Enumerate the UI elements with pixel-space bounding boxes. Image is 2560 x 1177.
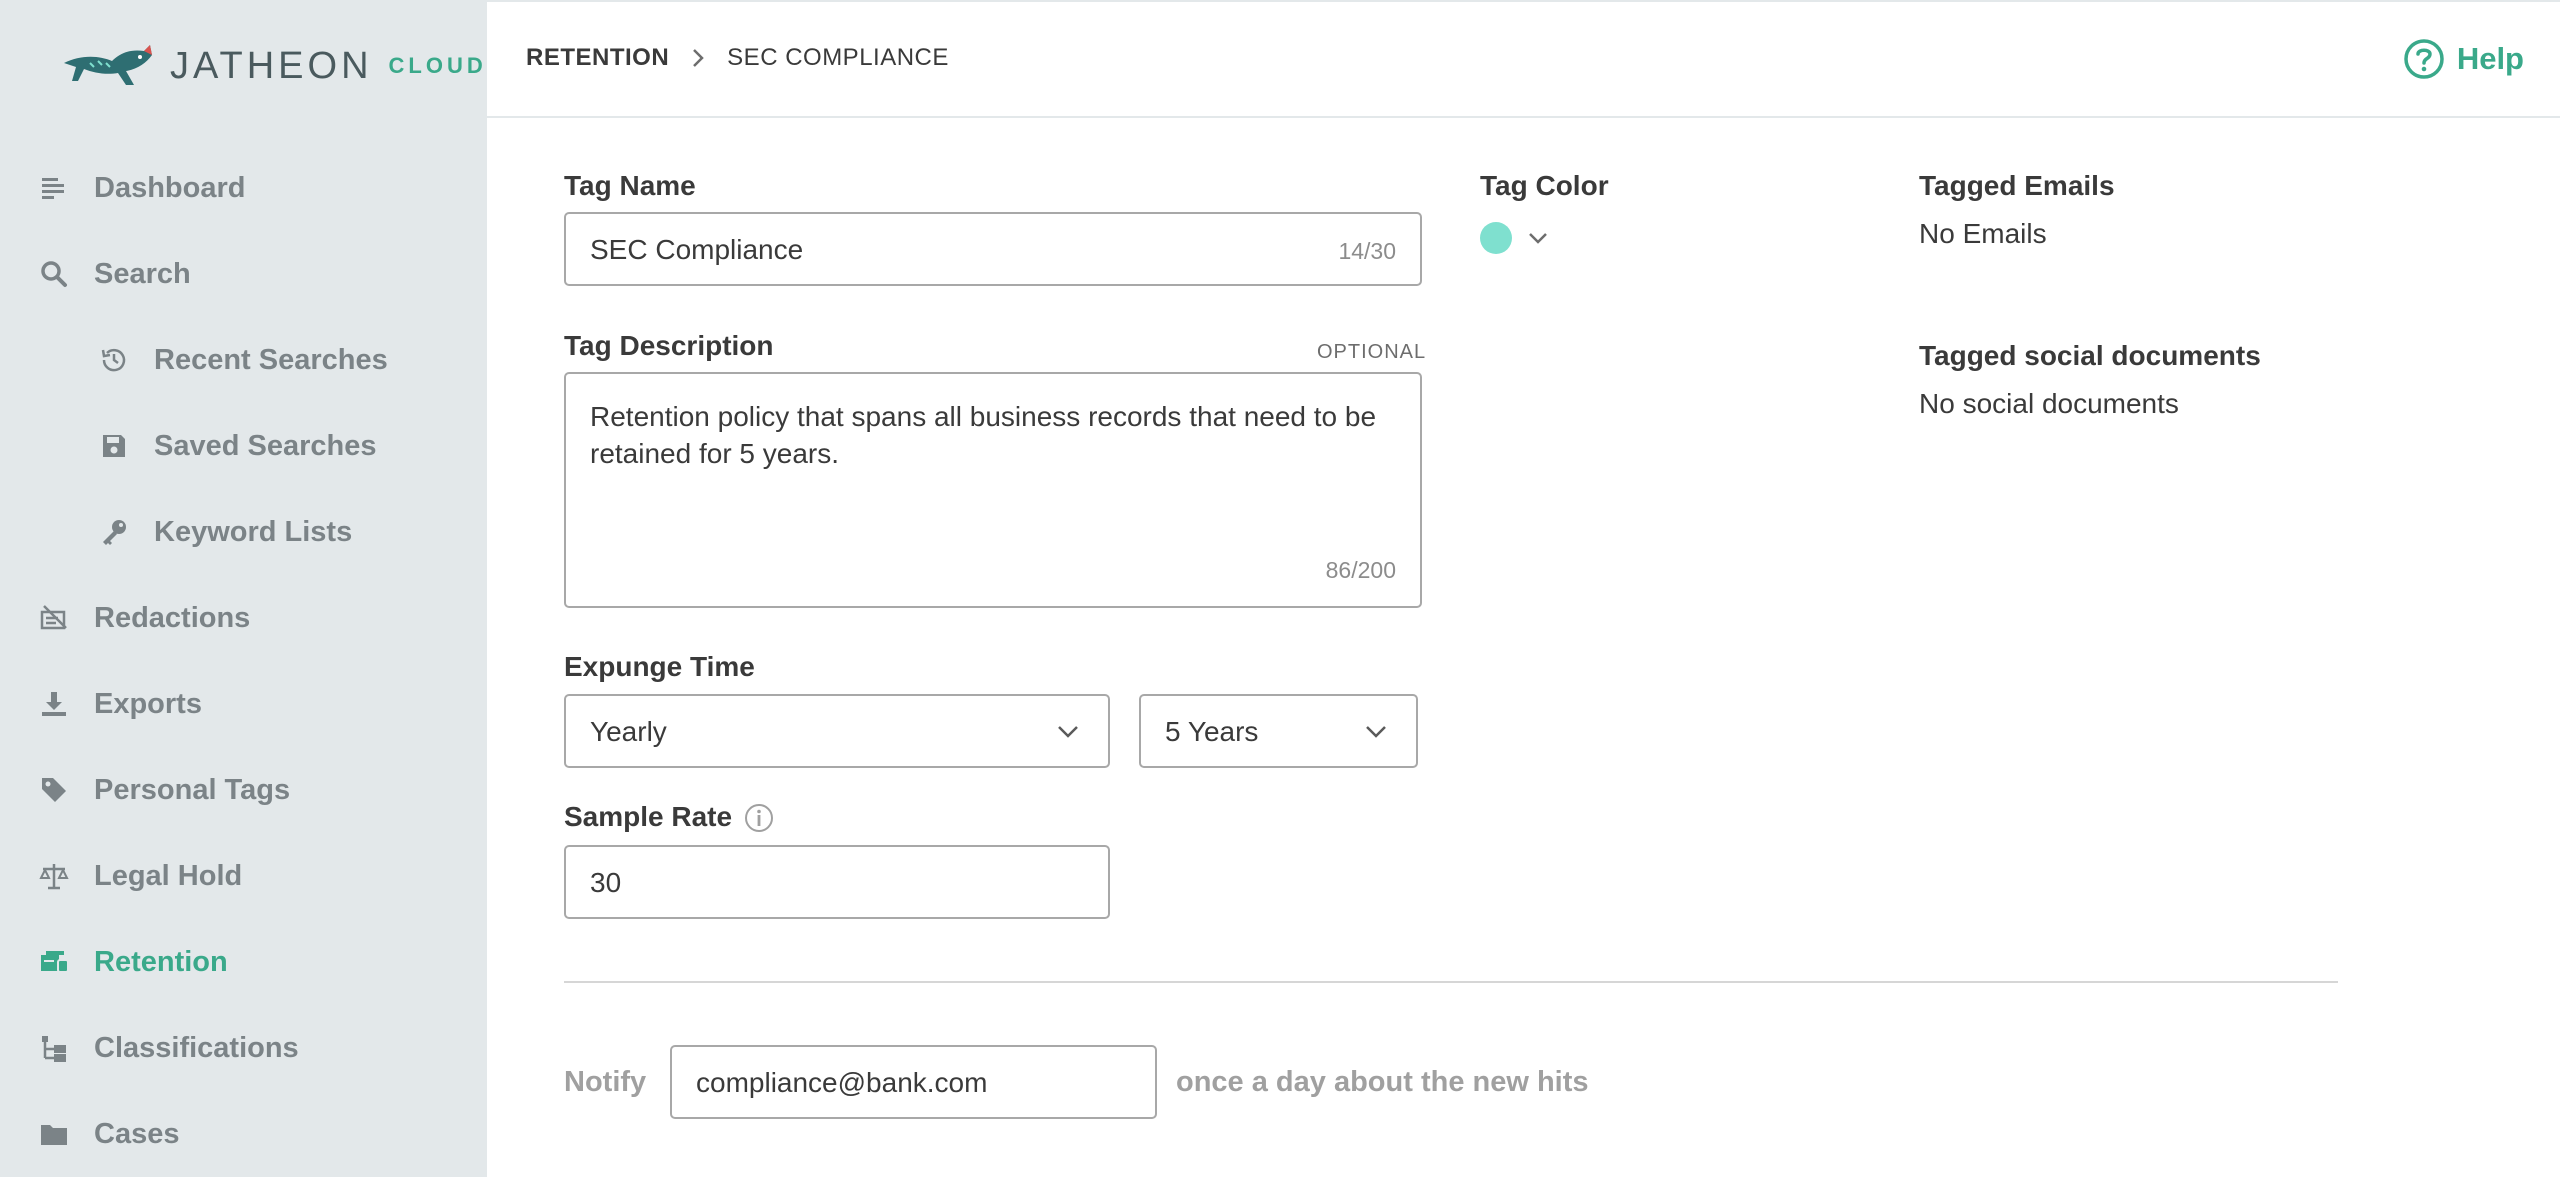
chevron-down-icon <box>1058 726 1078 738</box>
sidebar-nav: Dashboard Search Recent Searches Saved S… <box>0 145 487 1177</box>
sidebar-item-label: Redactions <box>94 601 251 634</box>
tag-name-label: Tag Name <box>564 170 696 201</box>
expunge-frequency-select[interactable]: Yearly <box>564 694 1110 768</box>
sidebar-item-retention[interactable]: Retention <box>0 919 487 1005</box>
redaction-icon <box>36 600 72 636</box>
sidebar-item-keyword-lists[interactable]: Keyword Lists <box>0 489 487 575</box>
sidebar-item-label: Exports <box>94 687 202 720</box>
tag-description-counter: 86/200 <box>1325 557 1396 583</box>
tag-name-input[interactable]: SEC Compliance 14/30 <box>564 212 1422 286</box>
sidebar-item-label: Saved Searches <box>154 429 377 462</box>
chevron-down-icon <box>1366 726 1386 738</box>
notify-email-value: compliance@bank.com <box>696 1067 988 1098</box>
download-icon <box>36 686 72 722</box>
sidebar-item-label: Dashboard <box>94 171 246 204</box>
tag-description-textarea[interactable]: Retention policy that spans all business… <box>564 372 1422 608</box>
sidebar-item-saved-searches[interactable]: Saved Searches <box>0 403 487 489</box>
logo-suffix: CLOUD <box>388 53 487 78</box>
scale-icon <box>36 858 72 894</box>
sidebar-item-label: Cases <box>94 1117 180 1150</box>
floppy-disk-icon <box>96 428 132 464</box>
expunge-period-select[interactable]: 5 Years <box>1139 694 1418 768</box>
section-divider <box>564 981 2338 983</box>
sidebar-item-cases[interactable]: Cases <box>0 1091 487 1177</box>
help-button[interactable]: Help <box>2403 38 2524 80</box>
expunge-time-label: Expunge Time <box>564 651 755 682</box>
sidebar-item-legal-hold[interactable]: Legal Hold <box>0 833 487 919</box>
breadcrumb: RETENTION SEC COMPLIANCE <box>526 44 949 72</box>
tag-color-swatch[interactable] <box>1480 222 1512 254</box>
sidebar-item-label: Classifications <box>94 1031 299 1064</box>
tagged-social-label: Tagged social documents <box>1919 340 2261 371</box>
info-icon[interactable] <box>743 802 775 834</box>
tagged-emails-value: No Emails <box>1919 218 2047 249</box>
tag-name-value: SEC Compliance <box>590 234 804 265</box>
search-icon <box>36 256 72 292</box>
sidebar: JATHEON CLOUD Dashboard Search Recent Se… <box>0 0 487 1177</box>
jatheon-logo[interactable]: JATHEON CLOUD <box>60 36 487 96</box>
fox-logo-icon <box>64 45 152 85</box>
expunge-frequency-value: Yearly <box>590 716 667 747</box>
key-icon <box>96 514 132 550</box>
sidebar-item-label: Recent Searches <box>154 343 388 376</box>
tag-name-counter: 14/30 <box>1338 238 1396 264</box>
tag-description-label: Tag Description <box>564 330 774 361</box>
optional-hint: OPTIONAL <box>1317 341 1427 363</box>
notify-email-input[interactable]: compliance@bank.com <box>670 1045 1157 1119</box>
sidebar-item-exports[interactable]: Exports <box>0 661 487 747</box>
chevron-right-icon <box>687 47 709 69</box>
tag-icon <box>36 772 72 808</box>
sample-rate-input[interactable]: 30 <box>564 845 1110 919</box>
tagged-emails-label: Tagged Emails <box>1919 170 2115 201</box>
list-icon <box>36 170 72 206</box>
help-label: Help <box>2456 41 2524 76</box>
sidebar-item-dashboard[interactable]: Dashboard <box>0 145 487 231</box>
chevron-down-icon[interactable] <box>1526 226 1550 250</box>
sidebar-item-recent-searches[interactable]: Recent Searches <box>0 317 487 403</box>
sidebar-item-search[interactable]: Search <box>0 231 487 317</box>
sidebar-item-label: Retention <box>94 945 228 978</box>
retention-icon <box>36 944 72 980</box>
sidebar-item-personal-tags[interactable]: Personal Tags <box>0 747 487 833</box>
notify-label: Notify <box>564 1066 647 1098</box>
sample-rate-value: 30 <box>590 867 622 898</box>
breadcrumb-current: SEC COMPLIANCE <box>727 44 949 71</box>
help-circle-icon <box>2404 39 2444 79</box>
folder-icon <box>36 1116 72 1152</box>
sidebar-item-classifications[interactable]: Classifications <box>0 1005 487 1091</box>
logo-wordmark: JATHEON <box>170 44 373 87</box>
notify-frequency-text: once a day about the new hits <box>1176 1066 1589 1098</box>
sidebar-item-label: Legal Hold <box>94 859 243 892</box>
hierarchy-icon <box>36 1030 72 1066</box>
expunge-period-value: 5 Years <box>1165 716 1259 747</box>
tag-description-value: Retention policy that spans all business… <box>590 401 1377 469</box>
sidebar-item-label: Personal Tags <box>94 773 291 806</box>
sidebar-item-redactions[interactable]: Redactions <box>0 575 487 661</box>
sidebar-item-label: Keyword Lists <box>154 515 353 548</box>
sample-rate-label: Sample Rate <box>564 801 733 832</box>
breadcrumb-root-link[interactable]: RETENTION <box>526 44 669 72</box>
sidebar-item-label: Search <box>94 257 191 290</box>
top-header: RETENTION SEC COMPLIANCE Help <box>487 0 2560 118</box>
tagged-social-value: No social documents <box>1919 388 2179 419</box>
history-icon <box>96 342 132 378</box>
tag-color-label: Tag Color <box>1480 170 1609 201</box>
